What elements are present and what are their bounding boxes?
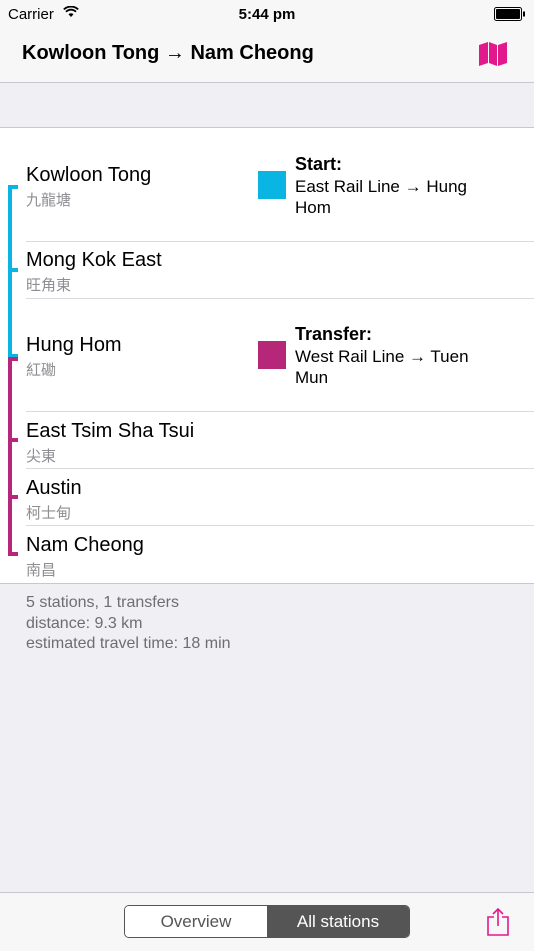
bottom-toolbar: Overview All stations [0, 892, 534, 951]
station-row[interactable]: Kowloon Tong 九龍塘 Start: East Rail Line →… [0, 128, 534, 242]
station-name: Austin [26, 477, 82, 499]
overview-segment[interactable]: Overview [125, 906, 267, 937]
share-icon[interactable] [486, 907, 510, 937]
nav-bar: Kowloon Tong → Nam Cheong [0, 28, 534, 83]
battery-icon [494, 7, 525, 21]
station-chinese-name: 尖東 [26, 448, 57, 465]
status-bar: Carrier 5:44 pm [0, 0, 534, 28]
station-row[interactable]: East Tsim Sha Tsui 尖東 [0, 412, 534, 469]
station-row[interactable]: Nam Cheong 南昌 [0, 526, 534, 583]
station-name: East Tsim Sha Tsui [26, 420, 195, 442]
route-distance: distance: 9.3 km [26, 614, 143, 632]
station-name: Kowloon Tong [26, 164, 152, 186]
start-heading: Start: [295, 154, 343, 174]
station-name: Hung Hom [26, 334, 122, 356]
status-time: 5:44 pm [238, 6, 296, 23]
station-row[interactable]: Hung Hom 紅磡 Transfer: West Rail Line → T… [0, 299, 534, 412]
station-chinese-name: 紅磡 [26, 362, 57, 379]
route-list: Kowloon Tong 九龍塘 Start: East Rail Line →… [0, 127, 534, 584]
station-row[interactable]: Mong Kok East 旺角東 [0, 242, 534, 299]
page-title: Kowloon Tong → Nam Cheong [22, 42, 314, 64]
station-name: Nam Cheong [26, 534, 144, 556]
east-rail-color-swatch [258, 171, 286, 199]
station-chinese-name: 旺角東 [26, 277, 72, 294]
all-stations-segment[interactable]: All stations [267, 906, 409, 937]
map-icon[interactable] [478, 41, 508, 67]
station-chinese-name: 南昌 [26, 562, 57, 579]
travel-time: estimated travel time: 18 min [26, 635, 231, 652]
station-count: 5 stations, 1 transfers [26, 594, 179, 611]
transfer-heading: Transfer: [295, 324, 373, 344]
start-description: East Rail Line → Hung Hom [295, 177, 467, 217]
route-summary: 5 stations, 1 transfers distance: 9.3 km… [26, 593, 231, 655]
transfer-description: West Rail Line → Tuen Mun [295, 347, 469, 387]
station-chinese-name: 九龍塘 [26, 192, 72, 209]
station-chinese-name: 柯士甸 [26, 505, 72, 522]
west-rail-color-swatch [258, 341, 286, 369]
station-row[interactable]: Austin 柯士甸 [0, 469, 534, 526]
view-segmented-control: Overview All stations [124, 905, 410, 938]
station-name: Mong Kok East [26, 249, 162, 271]
